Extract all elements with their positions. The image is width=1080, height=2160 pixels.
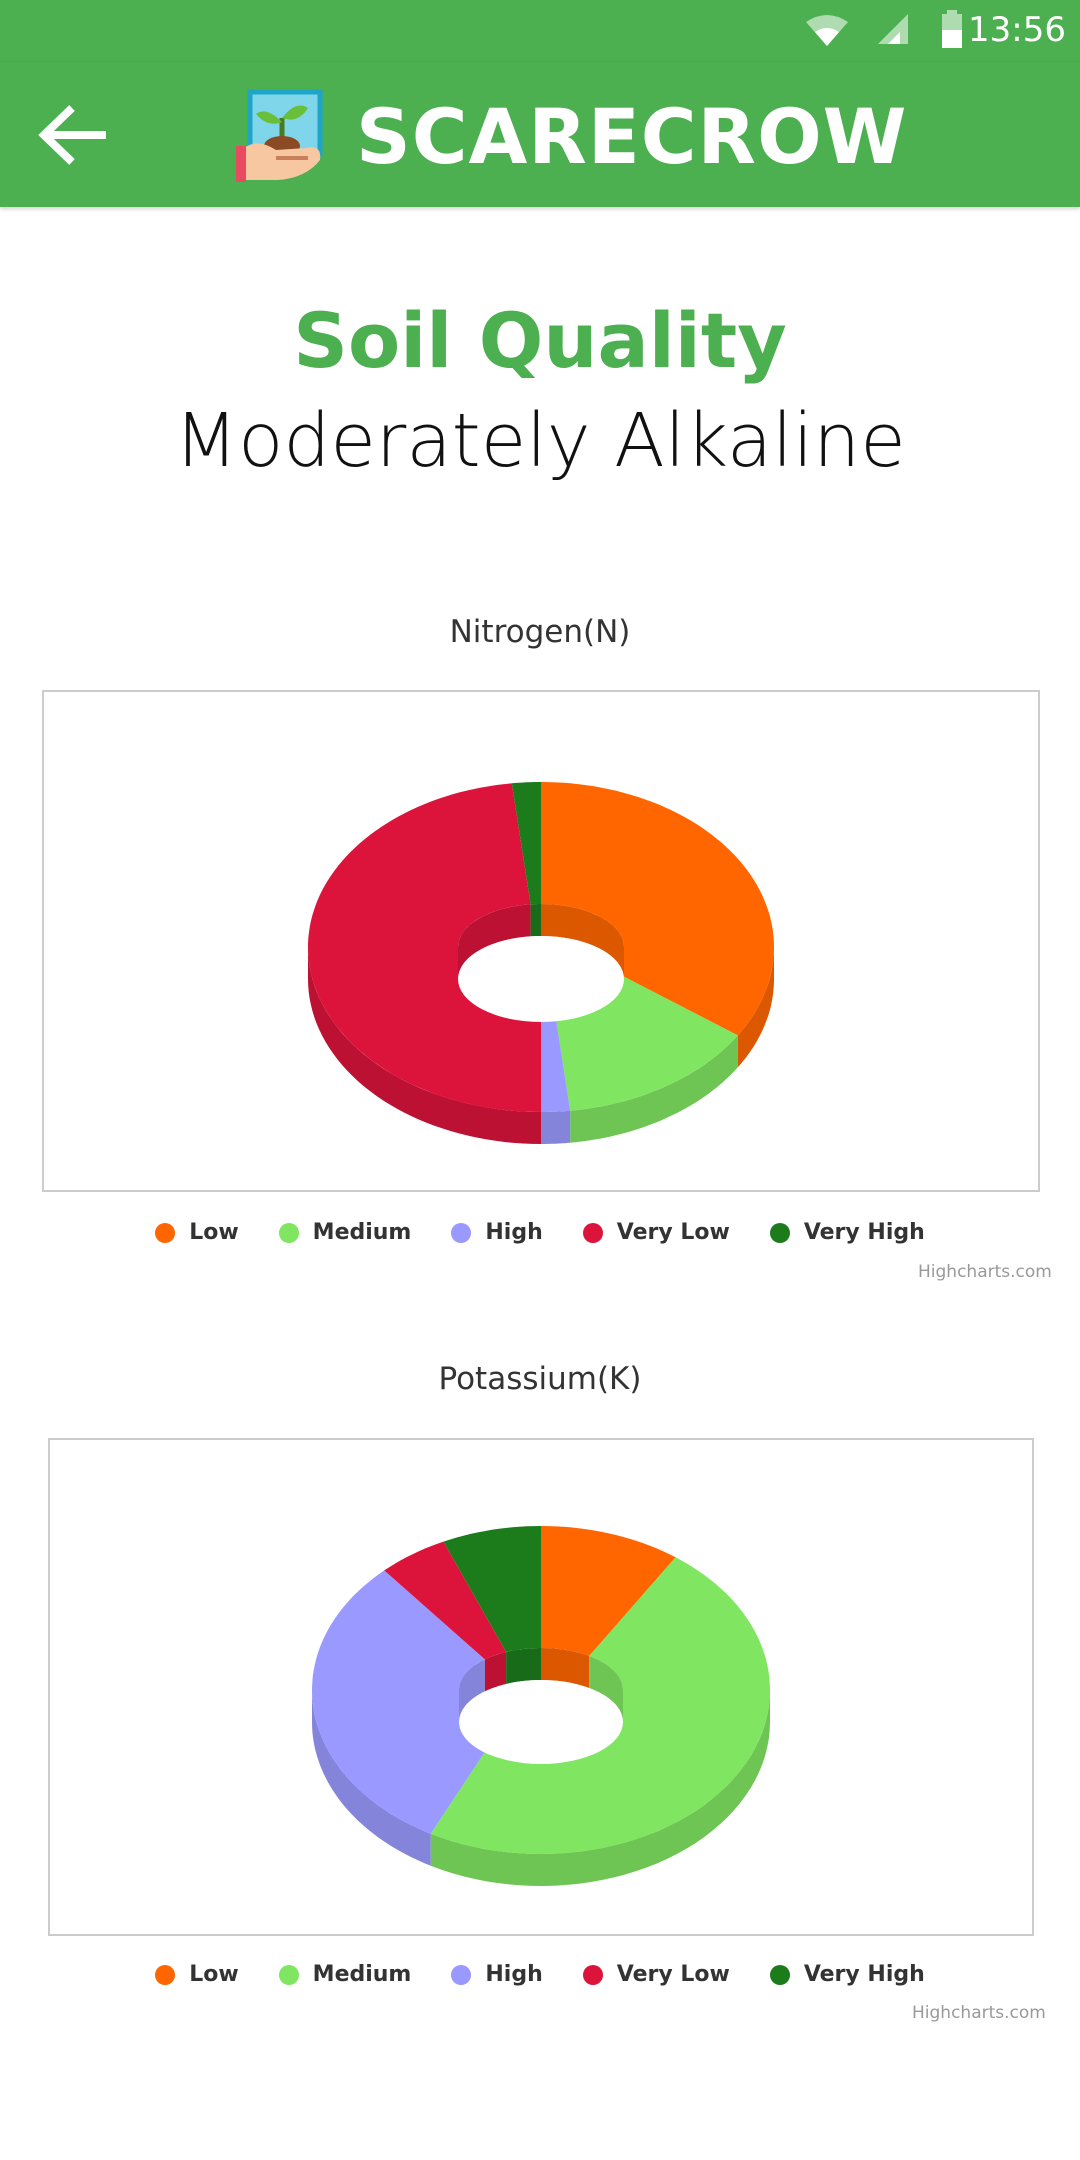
potassium-legend: Low Medium High Very Low Very High bbox=[0, 1962, 1080, 1987]
donut-hole bbox=[459, 1680, 623, 1764]
legend-label: Low bbox=[189, 1962, 239, 1987]
page-title: Soil Quality bbox=[293, 296, 787, 385]
legend-marker bbox=[155, 1222, 176, 1243]
page-subtitle: Moderately Alkaline bbox=[174, 398, 906, 484]
inner-wall-very-high bbox=[530, 904, 541, 937]
chart-title-nitrogen: Nitrogen(N) bbox=[449, 614, 631, 650]
inner-wall-very-high bbox=[506, 1648, 541, 1684]
legend-item-very-high[interactable]: Very High bbox=[769, 1220, 925, 1245]
legend-label: Low bbox=[189, 1220, 239, 1245]
nitrogen-donut bbox=[308, 782, 774, 1144]
battery-icon bbox=[942, 10, 962, 48]
legend-marker bbox=[451, 1222, 472, 1243]
legend-label: Medium bbox=[312, 1220, 412, 1245]
legend-marker bbox=[582, 1222, 603, 1243]
legend-label: Very High bbox=[803, 1962, 925, 1987]
nitrogen-legend: Low Medium High Very Low Very High bbox=[0, 1220, 1080, 1245]
legend-marker bbox=[769, 1964, 790, 1985]
legend-item-low[interactable]: Low bbox=[155, 1220, 239, 1245]
status-bar: 13:56 bbox=[0, 0, 1080, 62]
legend-label: Very Low bbox=[616, 1220, 730, 1245]
back-button[interactable] bbox=[36, 100, 116, 170]
legend-item-low[interactable]: Low bbox=[155, 1962, 239, 1987]
legend-item-very-low[interactable]: Very Low bbox=[582, 1220, 730, 1245]
app-bar: SCARECROW bbox=[0, 62, 1080, 207]
highcharts-credit[interactable]: Highcharts.com bbox=[918, 1262, 1052, 1282]
legend-item-medium[interactable]: Medium bbox=[278, 1962, 412, 1987]
legend-label: High bbox=[485, 1220, 543, 1245]
legend-marker bbox=[451, 1964, 472, 1985]
legend-item-very-high[interactable]: Very High bbox=[769, 1962, 925, 1987]
legend-marker bbox=[582, 1964, 603, 1985]
legend-label: Medium bbox=[312, 1962, 412, 1987]
nitrogen-chart bbox=[42, 690, 1040, 1192]
side-high bbox=[541, 1110, 571, 1144]
potassium-donut bbox=[312, 1526, 770, 1886]
legend-item-high[interactable]: High bbox=[451, 1962, 543, 1987]
potassium-chart bbox=[48, 1438, 1034, 1936]
legend-label: Very Low bbox=[616, 1962, 730, 1987]
legend-label: High bbox=[485, 1962, 543, 1987]
plant-in-hand-icon bbox=[236, 89, 323, 182]
legend-marker bbox=[278, 1222, 299, 1243]
donut-hole bbox=[458, 936, 624, 1022]
wifi-icon bbox=[806, 15, 848, 46]
legend-marker bbox=[769, 1222, 790, 1243]
signal-icon bbox=[878, 14, 908, 44]
arrow-left-icon bbox=[38, 105, 106, 165]
legend-item-very-low[interactable]: Very Low bbox=[582, 1962, 730, 1987]
legend-item-high[interactable]: High bbox=[451, 1220, 543, 1245]
legend-item-medium[interactable]: Medium bbox=[278, 1220, 412, 1245]
legend-marker bbox=[278, 1964, 299, 1985]
legend-label: Very High bbox=[803, 1220, 925, 1245]
highcharts-credit[interactable]: Highcharts.com bbox=[912, 2003, 1046, 2023]
app-title: SCARECROW bbox=[356, 92, 908, 181]
status-time: 13:56 bbox=[968, 10, 1066, 50]
legend-marker bbox=[155, 1964, 176, 1985]
chart-title-potassium: Potassium(K) bbox=[438, 1361, 642, 1397]
